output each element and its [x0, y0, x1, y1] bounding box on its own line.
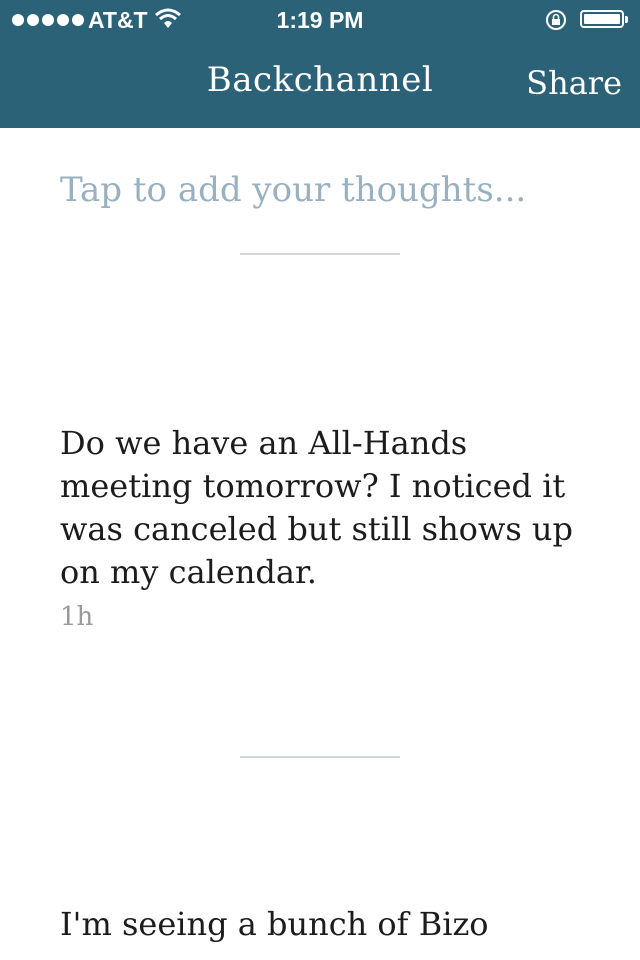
divider [240, 253, 400, 255]
post-timestamp: 1h [60, 602, 94, 632]
list-item[interactable]: Do we have an All-Hands meeting tomorrow… [60, 422, 580, 632]
post-text: Do we have an All-Hands meeting tomorrow… [60, 424, 574, 591]
app-header: AT&T 1:19 PM Backchannel Share [0, 0, 640, 128]
compose-input[interactable]: Tap to add your thoughts... [60, 170, 580, 210]
list-item[interactable]: I'm seeing a bunch of Bizo [60, 903, 580, 946]
post-text: I'm seeing a bunch of Bizo [60, 905, 489, 943]
rotation-lock-icon [544, 9, 568, 37]
share-button[interactable]: Share [526, 64, 622, 102]
battery-icon [580, 10, 628, 28]
divider [240, 756, 400, 758]
status-bar: AT&T 1:19 PM [0, 0, 640, 40]
